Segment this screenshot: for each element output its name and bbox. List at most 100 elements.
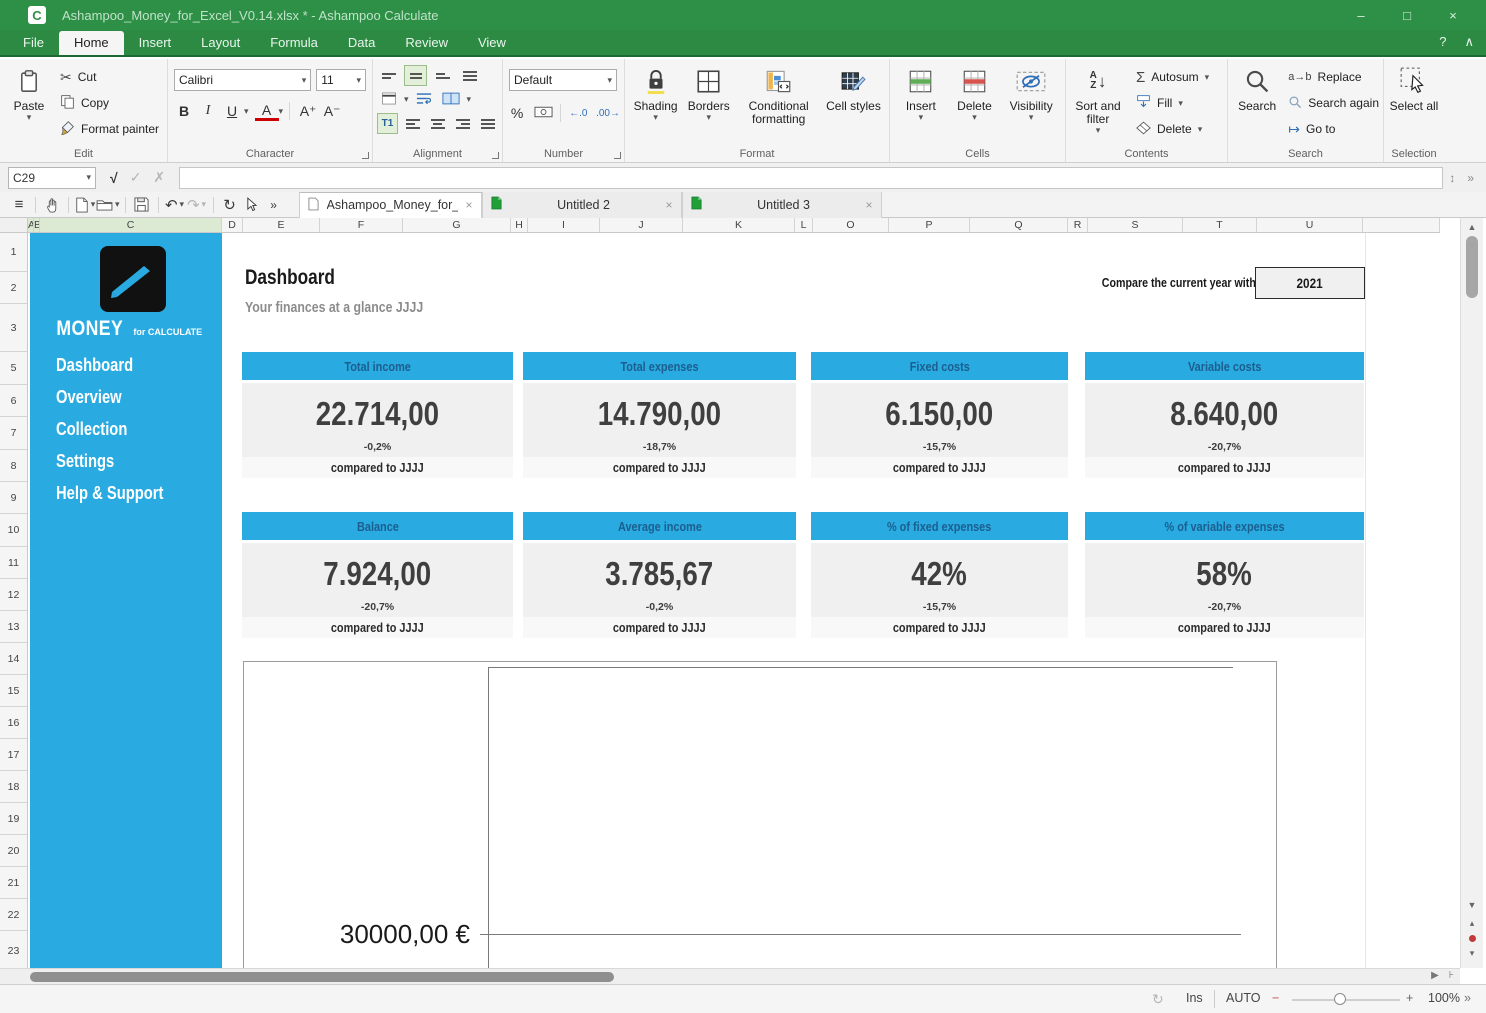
save-button[interactable] — [131, 194, 153, 216]
zoom-out-button[interactable]: − — [1272, 991, 1279, 1005]
split-view-icon[interactable]: ⊦ — [1449, 970, 1454, 981]
row-header-5[interactable]: 5 — [0, 352, 27, 385]
menu-tab-file[interactable]: File — [8, 31, 59, 55]
sheet-tab-1[interactable]: Ashampoo_Money_for_E...× — [299, 192, 482, 218]
column-header-R[interactable]: R — [1068, 218, 1088, 232]
menu-tab-insert[interactable]: Insert — [124, 31, 187, 55]
select-all-corner[interactable] — [0, 218, 28, 233]
open-document-button[interactable]: ▾ — [96, 194, 120, 216]
format-painter-button[interactable]: Format painter — [60, 119, 159, 139]
row-header-11[interactable]: 11 — [0, 547, 27, 579]
row-header-21[interactable]: 21 — [0, 867, 27, 899]
underline-button[interactable]: U — [220, 99, 244, 123]
row-header-14[interactable]: 14 — [0, 643, 27, 675]
row-header-23[interactable]: 23 — [0, 931, 27, 968]
justify-button[interactable] — [477, 113, 498, 134]
main-menu-icon[interactable]: ≡ — [8, 194, 30, 216]
record-marker-icon[interactable] — [1469, 935, 1476, 942]
merge-cells-dropdown-icon[interactable]: ▾ — [467, 94, 472, 105]
column-header-E[interactable]: E — [243, 218, 320, 232]
row-header-15[interactable]: 15 — [0, 675, 27, 707]
autosum-button[interactable]: Σ Autosum ▾ — [1136, 67, 1209, 87]
close-button[interactable]: × — [1430, 0, 1476, 30]
sidebar-item-dashboard[interactable]: Dashboard — [56, 349, 187, 381]
undo-button[interactable]: ↶▾ — [164, 194, 186, 216]
vertical-scrollbar[interactable]: ▲ ▼ ▴ ▾ — [1460, 218, 1483, 968]
delete-contents-button[interactable]: Delete ▾ — [1136, 119, 1209, 139]
align-left-button[interactable] — [402, 113, 423, 134]
font-size-select[interactable]: 11▾ — [316, 69, 366, 91]
italic-button[interactable]: I — [196, 99, 220, 123]
search-again-button[interactable]: Search again — [1288, 93, 1379, 113]
zoom-slider-knob[interactable] — [1334, 993, 1346, 1005]
redo-button[interactable]: ↷▾ — [186, 194, 208, 216]
next-page-icon[interactable]: ▾ — [1461, 946, 1483, 960]
column-header-C[interactable]: C — [40, 218, 222, 232]
align-top-button[interactable] — [377, 65, 400, 86]
recalculate-icon[interactable]: ↻ — [1152, 991, 1164, 1008]
percent-format-button[interactable]: % — [507, 101, 527, 125]
row-header-16[interactable]: 16 — [0, 707, 27, 739]
qat-more-icon[interactable]: » — [263, 194, 285, 216]
column-header-D[interactable]: D — [222, 218, 243, 232]
column-header-S[interactable]: S — [1088, 218, 1183, 232]
menu-tab-home[interactable]: Home — [59, 31, 124, 55]
column-header-K[interactable]: K — [683, 218, 795, 232]
copy-button[interactable]: Copy — [60, 93, 159, 113]
visibility-button[interactable]: Visibility ▾ — [1001, 63, 1061, 145]
merge-cells-button[interactable] — [440, 89, 463, 110]
row-header-6[interactable]: 6 — [0, 385, 27, 417]
insert-mode-indicator[interactable]: Ins — [1186, 991, 1203, 1005]
column-header-J[interactable]: J — [600, 218, 683, 232]
shrink-font-button[interactable]: A⁻ — [320, 99, 344, 123]
borders-button[interactable]: Borders ▾ — [682, 63, 735, 145]
column-header-G[interactable]: G — [403, 218, 511, 232]
sheet-tab-3[interactable]: Untitled 3× — [682, 192, 882, 218]
cell-frame-dropdown-icon[interactable]: ▾ — [404, 94, 409, 105]
accept-icon[interactable]: ✓ — [130, 169, 142, 186]
column-header-Q[interactable]: Q — [970, 218, 1068, 232]
insert-cells-button[interactable]: Insert ▾ — [894, 63, 948, 145]
shading-button[interactable]: Shading ▾ — [629, 63, 682, 145]
compare-year-input[interactable]: 2021 — [1255, 267, 1365, 299]
conditional-formatting-button[interactable]: Conditional formatting — [735, 63, 822, 145]
expand-formula-bar-icon[interactable]: ↕ — [1449, 171, 1455, 185]
menu-tab-review[interactable]: Review — [390, 31, 463, 55]
menu-tab-layout[interactable]: Layout — [186, 31, 255, 55]
close-tab-icon[interactable]: × — [666, 198, 673, 212]
column-header-T[interactable]: T — [1183, 218, 1257, 232]
function-wizard-icon[interactable]: √ — [110, 170, 118, 186]
sidebar-item-overview[interactable]: Overview — [56, 381, 187, 413]
row-header-18[interactable]: 18 — [0, 771, 27, 803]
status-more-icon[interactable]: » — [1464, 991, 1471, 1005]
cut-button[interactable]: ✂ Cut — [60, 67, 159, 87]
formula-input[interactable] — [179, 167, 1443, 189]
sidebar-item-settings[interactable]: Settings — [56, 445, 187, 477]
horizontal-scrollbar[interactable]: ▶ ⊦ — [0, 968, 1460, 984]
sidebar-item-help-support[interactable]: Help & Support — [56, 477, 187, 509]
cell-name-box[interactable]: C29 ▾ — [8, 167, 96, 189]
column-header-partial[interactable] — [1363, 218, 1440, 232]
row-header-17[interactable]: 17 — [0, 739, 27, 771]
row-header-10[interactable]: 10 — [0, 514, 27, 547]
cancel-icon[interactable]: ✗ — [153, 169, 165, 186]
menu-tab-formula[interactable]: Formula — [255, 31, 333, 55]
align-right-button[interactable] — [452, 113, 473, 134]
fill-button[interactable]: Fill ▾ — [1136, 93, 1209, 113]
bold-button[interactable]: B — [172, 99, 196, 123]
column-header-P[interactable]: P — [889, 218, 970, 232]
currency-format-button[interactable] — [533, 101, 553, 125]
cell-styles-button[interactable]: Cell styles — [822, 63, 885, 145]
new-document-button[interactable]: ▾ — [74, 194, 96, 216]
align-middle-button[interactable] — [404, 65, 427, 86]
scroll-up-icon[interactable]: ▲ — [1461, 220, 1483, 234]
horizontal-scrollbar-thumb[interactable] — [30, 972, 614, 982]
scroll-down-icon[interactable]: ▼ — [1461, 898, 1483, 912]
row-header-1[interactable]: 1 — [0, 233, 27, 272]
row-header-19[interactable]: 19 — [0, 803, 27, 835]
formula-bar-more-icon[interactable]: » — [1467, 171, 1474, 185]
row-header-20[interactable]: 20 — [0, 835, 27, 867]
column-header-H[interactable]: H — [511, 218, 528, 232]
align-bottom-button[interactable] — [431, 65, 454, 86]
row-header-13[interactable]: 13 — [0, 611, 27, 643]
